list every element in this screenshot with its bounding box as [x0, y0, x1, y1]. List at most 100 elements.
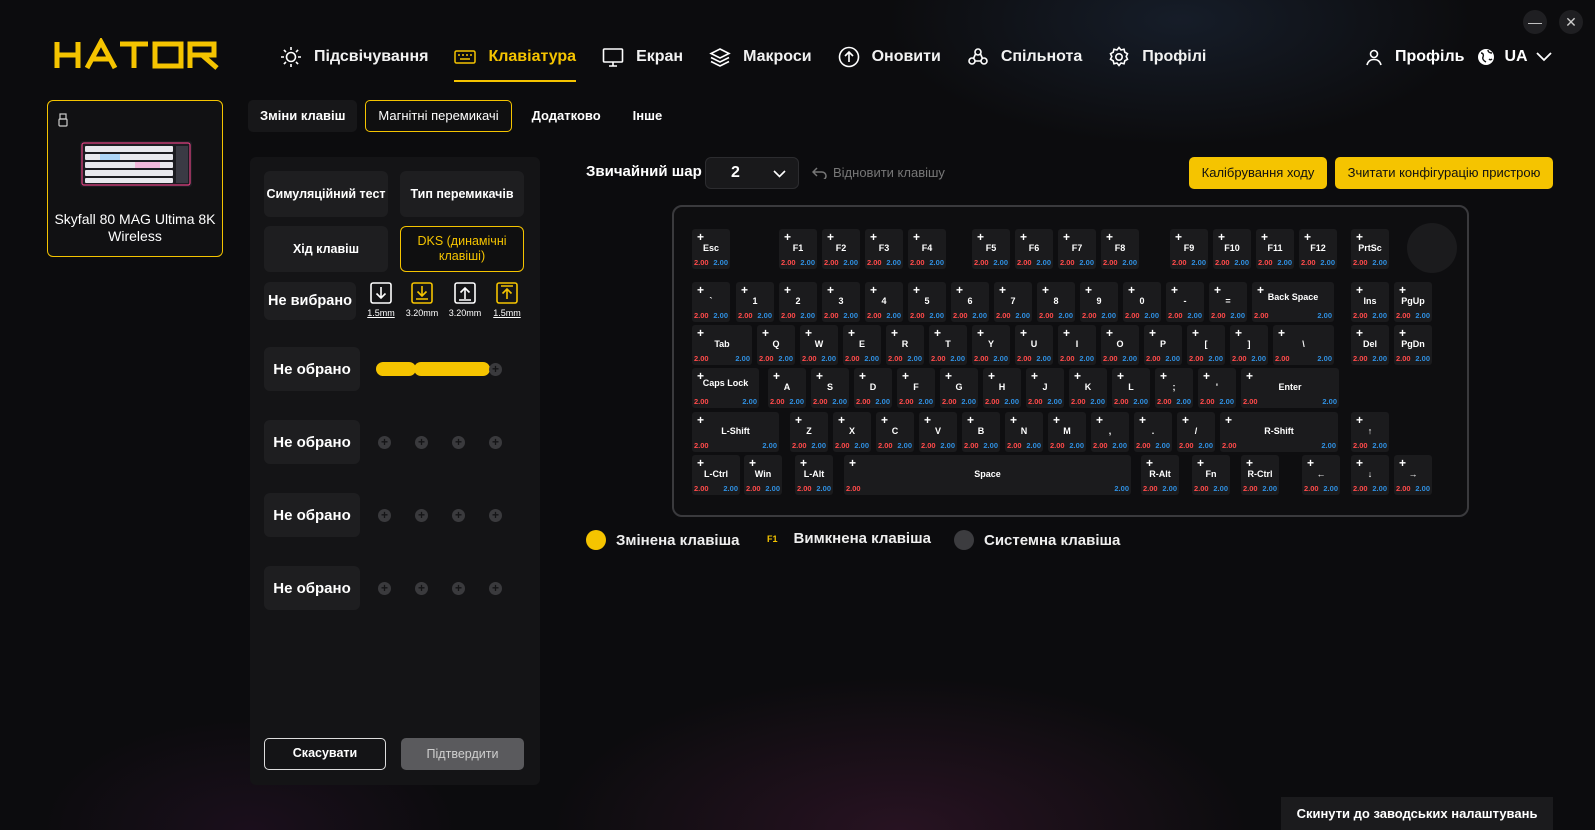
key-k[interactable]: + K 2.00 2.00: [1069, 368, 1107, 408]
subtab-advanced[interactable]: Додатково: [520, 100, 613, 132]
add-action-icon[interactable]: +: [415, 582, 428, 595]
add-action-icon[interactable]: +: [378, 509, 391, 522]
key-`[interactable]: + ` 2.00 2.00: [692, 282, 730, 322]
key-back-space[interactable]: + Back Space 2.00 2.00: [1252, 282, 1334, 322]
add-action-icon[interactable]: +: [489, 363, 502, 376]
minimize-button[interactable]: —: [1523, 10, 1547, 34]
nav-community[interactable]: Спільнота: [967, 40, 1082, 74]
subtab-remap[interactable]: Зміни клавіш: [248, 100, 358, 132]
key-x[interactable]: + X 2.00 2.00: [833, 412, 871, 452]
key-tab[interactable]: + Tab 2.00 2.00: [692, 325, 752, 365]
key-f[interactable]: + F 2.00 2.00: [897, 368, 935, 408]
key-f10[interactable]: + F10 2.00 2.00: [1213, 229, 1251, 269]
key-l-ctrl[interactable]: + L-Ctrl 2.00 2.00: [692, 455, 740, 495]
key-y[interactable]: + Y 2.00 2.00: [972, 325, 1010, 365]
key-p[interactable]: + P 2.00 2.00: [1144, 325, 1182, 365]
key-9[interactable]: +9 2.00 2.00: [1080, 282, 1118, 322]
key-f3[interactable]: + F3 2.00 2.00: [865, 229, 903, 269]
key-\[interactable]: + \ 2.00 2.00: [1273, 325, 1334, 365]
key-/[interactable]: + /2.00 2.00: [1177, 412, 1215, 452]
key-fn[interactable]: + Fn 2.00 2.00: [1192, 455, 1230, 495]
add-action-icon[interactable]: +: [489, 582, 502, 595]
chevron-down-icon[interactable]: [1535, 52, 1552, 62]
language-selector[interactable]: UA: [1505, 48, 1528, 66]
key-3[interactable]: +3 2.00 2.00: [822, 282, 860, 322]
dks-action-bar[interactable]: [414, 362, 490, 376]
key-win[interactable]: + Win 2.00 2.00: [744, 455, 782, 495]
key-.[interactable]: +. 2.00 2.00: [1134, 412, 1172, 452]
add-action-icon[interactable]: +: [378, 582, 391, 595]
key-;[interactable]: +; 2.00 2.00: [1155, 368, 1193, 408]
key-'[interactable]: + ' 2.00 2.00: [1198, 368, 1236, 408]
key-5[interactable]: +5 2.00 2.00: [908, 282, 946, 322]
key-2[interactable]: +2 2.00 2.00: [779, 282, 817, 322]
key-caps-lock[interactable]: + Caps Lock 2.00 2.00: [692, 368, 759, 408]
key-a[interactable]: + A 2.00 2.00: [768, 368, 806, 408]
key-4[interactable]: +4 2.00 2.00: [865, 282, 903, 322]
add-action-icon[interactable]: +: [489, 436, 502, 449]
key-m[interactable]: + M 2.00 2.00: [1048, 412, 1086, 452]
simulation-test-button[interactable]: Симуляційний тест: [264, 171, 388, 217]
key-i[interactable]: + I 2.00 2.00: [1058, 325, 1096, 365]
key-u[interactable]: + U 2.00 2.00: [1015, 325, 1053, 365]
nav-macros[interactable]: Макроси: [709, 40, 812, 74]
key-esc[interactable]: + Esc 2.00 2.00: [692, 229, 730, 269]
dks-slot-3[interactable]: Не обрано: [264, 493, 360, 537]
factory-reset-button[interactable]: Скинути до заводських налаштувань: [1281, 797, 1553, 830]
dks-button[interactable]: DKS (динамічні клавіші): [400, 226, 524, 272]
restore-key-button[interactable]: Відновити клавішу: [812, 165, 945, 180]
close-button[interactable]: ✕: [1559, 10, 1583, 34]
add-action-icon[interactable]: +: [452, 436, 465, 449]
key-←[interactable]: + ← 2.00 2.00: [1302, 455, 1340, 495]
key-v[interactable]: + V 2.00 2.00: [919, 412, 957, 452]
key-j[interactable]: + J 2.00 2.00: [1026, 368, 1064, 408]
add-action-icon[interactable]: +: [452, 582, 465, 595]
key-→[interactable]: + → 2.00 2.00: [1394, 455, 1432, 495]
volume-knob[interactable]: [1407, 223, 1457, 273]
key-h[interactable]: + H 2.00 2.00: [983, 368, 1021, 408]
dks-stage-3[interactable]: 3.20mm: [446, 282, 484, 318]
key-8[interactable]: +8 2.00 2.00: [1037, 282, 1075, 322]
key-,[interactable]: +, 2.00 2.00: [1091, 412, 1129, 452]
nav-keyboard[interactable]: Клавіатура: [454, 40, 577, 82]
key-r-alt[interactable]: + R-Alt 2.00 2.00: [1141, 455, 1179, 495]
subtab-magnetic-switches[interactable]: Магнітні перемикачі: [365, 100, 512, 132]
key--[interactable]: + -2.00 2.00: [1166, 282, 1204, 322]
key-l-shift[interactable]: + L-Shift 2.00 2.00: [692, 412, 779, 452]
key-g[interactable]: + G 2.00 2.00: [940, 368, 978, 408]
key-f4[interactable]: + F4 2.00 2.00: [908, 229, 946, 269]
key-f6[interactable]: + F6 2.00 2.00: [1015, 229, 1053, 269]
key-travel-button[interactable]: Хід клавіш: [264, 226, 388, 272]
key-s[interactable]: + S 2.00 2.00: [811, 368, 849, 408]
key-7[interactable]: +7 2.00 2.00: [994, 282, 1032, 322]
dks-slot-1[interactable]: Не обрано: [264, 347, 360, 391]
key-w[interactable]: + W 2.00 2.00: [800, 325, 838, 365]
layer-select[interactable]: 2: [705, 157, 799, 189]
key-[[interactable]: + [2.00 2.00: [1187, 325, 1225, 365]
dks-stage-4[interactable]: 1.5mm: [488, 282, 526, 318]
subtab-other[interactable]: Інше: [621, 100, 675, 132]
key-f1[interactable]: + F1 2.00 2.00: [779, 229, 817, 269]
read-config-button[interactable]: Зчитати конфігурацію пристрою: [1335, 157, 1553, 189]
key-ins[interactable]: + Ins 2.00 2.00: [1351, 282, 1389, 322]
key-↑[interactable]: + ↑ 2.00 2.00: [1351, 412, 1389, 452]
nav-screen[interactable]: Екран: [602, 40, 683, 74]
key-r-ctrl[interactable]: + R-Ctrl 2.00 2.00: [1241, 455, 1279, 495]
calibrate-travel-button[interactable]: Калібрування ходу: [1189, 157, 1327, 189]
dks-slot-2[interactable]: Не обрано: [264, 420, 360, 464]
key-c[interactable]: + C 2.00 2.00: [876, 412, 914, 452]
key-f12[interactable]: + F12 2.00 2.00: [1299, 229, 1337, 269]
key-f9[interactable]: + F9 2.00 2.00: [1170, 229, 1208, 269]
key-z[interactable]: + Z 2.00 2.00: [790, 412, 828, 452]
add-action-icon[interactable]: +: [378, 436, 391, 449]
dks-key-status[interactable]: Не вибрано: [264, 282, 356, 320]
key-b[interactable]: + B 2.00 2.00: [962, 412, 1000, 452]
key-pgup[interactable]: + PgUp 2.00 2.00: [1394, 282, 1432, 322]
key-space[interactable]: + Space 2.00 2.00: [844, 455, 1131, 495]
dks-stage-1[interactable]: 1.5mm: [363, 282, 399, 318]
key-d[interactable]: + D 2.00 2.00: [854, 368, 892, 408]
cancel-button[interactable]: Скасувати: [264, 738, 386, 770]
key-↓[interactable]: + ↓ 2.00 2.00: [1351, 455, 1389, 495]
key-f5[interactable]: + F5 2.00 2.00: [972, 229, 1010, 269]
add-action-icon[interactable]: +: [489, 509, 502, 522]
